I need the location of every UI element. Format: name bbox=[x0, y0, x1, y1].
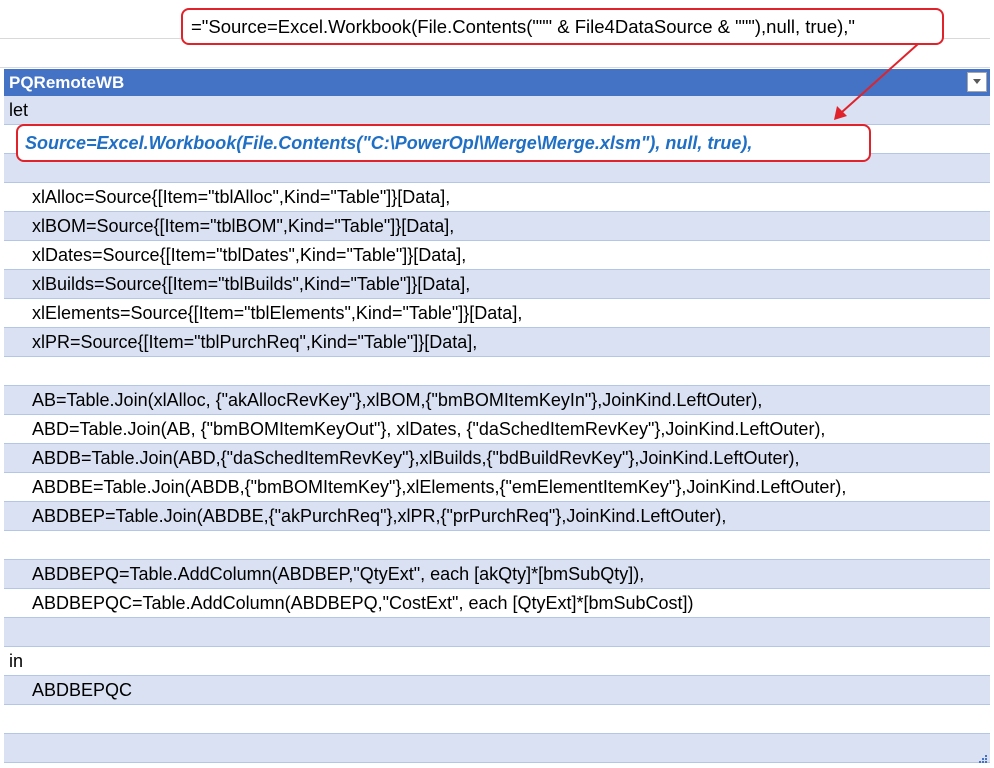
table-row[interactable]: xlAlloc=Source{[Item="tblAlloc",Kind="Ta… bbox=[4, 183, 990, 212]
table-cell-text: xlElements=Source{[Item="tblElements",Ki… bbox=[32, 303, 523, 323]
table-row[interactable]: xlElements=Source{[Item="tblElements",Ki… bbox=[4, 299, 990, 328]
table-cell-text: xlAlloc=Source{[Item="tblAlloc",Kind="Ta… bbox=[32, 187, 451, 207]
excel-table: PQRemoteWB let xlAlloc=Source{[Item="tblA… bbox=[4, 69, 990, 763]
table-row[interactable]: xlDates=Source{[Item="tblDates",Kind="Ta… bbox=[4, 241, 990, 270]
table-row[interactable] bbox=[4, 531, 990, 560]
table-cell-text: ABDBEPQC=Table.AddColumn(ABDBEPQ,"CostEx… bbox=[32, 593, 694, 613]
table-cell-text: xlBOM=Source{[Item="tblBOM",Kind="Table"… bbox=[32, 216, 455, 236]
table-row[interactable]: ABDB=Table.Join(ABD,{"daSchedItemRevKey"… bbox=[4, 444, 990, 473]
table-row[interactable] bbox=[4, 357, 990, 386]
table-cell-text: AB=Table.Join(xlAlloc, {"akAllocRevKey"}… bbox=[32, 390, 763, 410]
table-row[interactable]: ABDBE=Table.Join(ABDB,{"bmBOMItemKey"},x… bbox=[4, 473, 990, 502]
table-cell-text: let bbox=[9, 100, 29, 120]
table-header[interactable]: PQRemoteWB bbox=[4, 69, 990, 96]
table-cell-text: ABD=Table.Join(AB, {"bmBOMItemKeyOut"}, … bbox=[32, 419, 826, 439]
table-row[interactable]: ABDBEP=Table.Join(ABDBE,{"akPurchReq"},x… bbox=[4, 502, 990, 531]
table-header-label: PQRemoteWB bbox=[9, 73, 125, 92]
table-cell-text: ABDB=Table.Join(ABD,{"daSchedItemRevKey"… bbox=[32, 448, 800, 468]
table-row[interactable]: in bbox=[4, 647, 990, 676]
table-cell-text: in bbox=[9, 651, 24, 671]
table-cell-text: xlDates=Source{[Item="tblDates",Kind="Ta… bbox=[32, 245, 467, 265]
table-row[interactable]: ABDBEPQC bbox=[4, 676, 990, 705]
table-cell-text: xlPR=Source{[Item="tblPurchReq",Kind="Ta… bbox=[32, 332, 478, 352]
table-row[interactable]: xlPR=Source{[Item="tblPurchReq",Kind="Ta… bbox=[4, 328, 990, 357]
table-body: let xlAlloc=Source{[Item="tblAlloc",Kind=… bbox=[4, 96, 990, 763]
table-row[interactable] bbox=[4, 705, 990, 734]
table-row[interactable]: let bbox=[4, 96, 990, 125]
formula-callout: ="Source=Excel.Workbook(File.Contents(""… bbox=[181, 8, 944, 45]
table-cell-text: ABDBEP=Table.Join(ABDBE,{"akPurchReq"},x… bbox=[32, 506, 727, 526]
filter-dropdown-button[interactable] bbox=[967, 72, 987, 92]
table-row[interactable]: ABD=Table.Join(AB, {"bmBOMItemKeyOut"}, … bbox=[4, 415, 990, 444]
resize-grip-icon[interactable] bbox=[978, 754, 988, 764]
table-row[interactable] bbox=[4, 734, 990, 763]
table-cell-text: ABDBEPQC bbox=[32, 680, 133, 700]
table-cell-text: ABDBEPQ=Table.AddColumn(ABDBEP,"QtyExt",… bbox=[32, 564, 645, 584]
source-line-highlight[interactable]: Source=Excel.Workbook(File.Contents("C:\… bbox=[16, 124, 871, 162]
table-cell-text: ABDBE=Table.Join(ABDB,{"bmBOMItemKey"},x… bbox=[32, 477, 847, 497]
table-cell-text: xlBuilds=Source{[Item="tblBuilds",Kind="… bbox=[32, 274, 471, 294]
table-row[interactable]: ABDBEPQ=Table.AddColumn(ABDBEP,"QtyExt",… bbox=[4, 560, 990, 589]
sheet-gridline bbox=[0, 67, 990, 68]
table-row[interactable] bbox=[4, 618, 990, 647]
table-row[interactable]: ABDBEPQC=Table.AddColumn(ABDBEPQ,"CostEx… bbox=[4, 589, 990, 618]
table-row[interactable]: xlBOM=Source{[Item="tblBOM",Kind="Table"… bbox=[4, 212, 990, 241]
table-row[interactable]: AB=Table.Join(xlAlloc, {"akAllocRevKey"}… bbox=[4, 386, 990, 415]
table-row[interactable]: xlBuilds=Source{[Item="tblBuilds",Kind="… bbox=[4, 270, 990, 299]
chevron-down-icon bbox=[973, 79, 981, 84]
